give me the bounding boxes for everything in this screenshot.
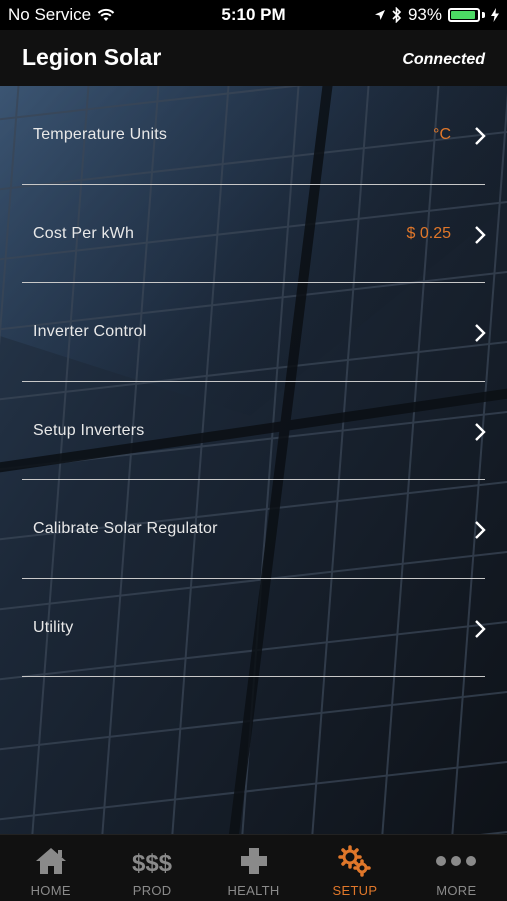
svg-text:$$$: $$$	[132, 850, 173, 876]
menu-item-calibrate-solar-regulator[interactable]: Calibrate Solar Regulator	[0, 480, 507, 579]
menu-item-label: Setup Inverters	[33, 421, 145, 439]
menu-item-label: Temperature Units	[33, 126, 168, 143]
battery-percent: 93%	[407, 5, 442, 24]
menu-item-label: Calibrate Solar Regulator	[33, 520, 218, 537]
battery-level-fill	[451, 11, 476, 19]
plus-cross-icon	[240, 848, 267, 874]
tab-home[interactable]: HOME	[0, 835, 101, 901]
menu-item-setup-inverters[interactable]: Setup Inverters	[0, 382, 507, 480]
ellipsis-icon	[436, 856, 477, 866]
menu-item-utility[interactable]: Utility	[0, 579, 507, 677]
menu-item-label: Cost Per kWh	[33, 224, 135, 242]
tab-label: HEALTH	[227, 883, 280, 898]
bluetooth-icon	[392, 7, 402, 23]
tab-more[interactable]: MORE	[406, 835, 507, 901]
status-bar-right: 93%	[374, 5, 499, 25]
tab-bar: HOME $$$ PROD HEALTH SETUP MORE	[0, 834, 507, 901]
menu-item-value: $ 0.25	[406, 224, 451, 242]
menu-item-temperature-units[interactable]: Temperature Units °C	[0, 86, 507, 185]
gears-icon	[338, 845, 371, 877]
battery-tip	[482, 12, 485, 18]
chevron-right-icon	[475, 127, 486, 145]
setup-menu: Temperature Units °C Cost Per kWh $ 0.25…	[0, 86, 507, 677]
tab-label: PROD	[132, 883, 172, 898]
tab-health[interactable]: HEALTH	[203, 835, 304, 901]
divider	[22, 676, 485, 677]
chevron-right-icon	[475, 422, 486, 441]
tab-label: HOME	[30, 883, 71, 898]
menu-item-cost-per-kwh[interactable]: Cost Per kWh $ 0.25	[0, 185, 507, 283]
menu-item-inverter-control[interactable]: Inverter Control	[0, 283, 507, 382]
charging-bolt-icon	[491, 8, 499, 22]
menu-item-label: Utility	[33, 618, 74, 636]
home-icon	[35, 848, 66, 874]
tab-prod[interactable]: $$$ PROD	[101, 835, 202, 901]
tab-label: SETUP	[332, 883, 378, 898]
status-bar: No Service 5:10 PM 93%	[0, 0, 507, 30]
location-arrow-icon	[374, 10, 385, 20]
tab-setup[interactable]: SETUP	[304, 835, 405, 901]
dollar-signs-icon: $$$	[132, 850, 173, 876]
connection-status: Connected	[402, 51, 485, 68]
menu-item-label: Inverter Control	[33, 323, 147, 340]
tab-label: MORE	[436, 883, 477, 898]
app-title: Legion Solar	[22, 44, 162, 70]
battery-icon	[448, 8, 480, 22]
chevron-right-icon	[475, 521, 486, 539]
menu-item-value: °C	[433, 126, 451, 143]
chevron-right-icon	[475, 324, 486, 342]
navigation-bar: Legion Solar Connected	[0, 30, 507, 86]
chevron-right-icon	[475, 225, 486, 244]
chevron-right-icon	[475, 619, 486, 638]
setup-content: Temperature Units °C Cost Per kWh $ 0.25…	[0, 86, 507, 834]
